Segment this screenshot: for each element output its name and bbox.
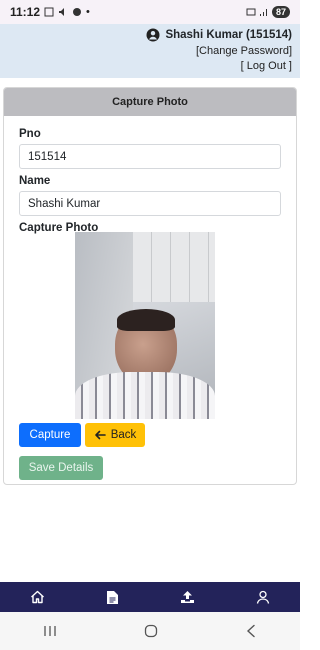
pno-field[interactable] [19, 144, 281, 169]
status-bar: 11:12 • 87 [0, 0, 300, 24]
arrow-left-icon [94, 430, 106, 440]
photo-shirt [75, 372, 215, 419]
capture-button[interactable]: Capture [19, 423, 81, 447]
upload-icon [181, 591, 194, 603]
back-button[interactable]: Back [85, 423, 145, 447]
user-display-name: Shashi Kumar (151514) [165, 29, 292, 41]
card-title: Capture Photo [4, 88, 296, 116]
logout-link[interactable]: [ Log Out ] [0, 60, 292, 72]
capture-photo-card: Capture Photo Pno Name Capture Photo Cap… [3, 87, 297, 485]
nav-home[interactable] [18, 582, 58, 612]
notification-dot: • [86, 6, 90, 18]
nav-upload[interactable] [168, 582, 208, 612]
signal-icon [259, 9, 267, 16]
home-icon [31, 590, 44, 604]
app-header: Shashi Kumar (151514) [Change Password] … [0, 24, 300, 78]
recent-apps-icon[interactable] [43, 625, 57, 637]
save-details-button[interactable]: Save Details [19, 456, 103, 480]
pno-label: Pno [19, 128, 41, 140]
status-time: 11:12 [10, 5, 41, 19]
photo-hair [117, 309, 175, 331]
sim-icon [246, 8, 256, 16]
document-icon [107, 590, 118, 604]
system-nav-bar [0, 612, 300, 650]
user-circle-icon [146, 28, 160, 42]
nav-documents[interactable] [93, 582, 133, 612]
phone-icon [73, 8, 82, 16]
user-icon [256, 590, 269, 604]
home-circle-icon[interactable] [144, 624, 158, 638]
battery-indicator: 87 [271, 6, 290, 18]
user-info: Shashi Kumar (151514) [0, 28, 292, 42]
name-label: Name [19, 175, 51, 187]
name-field[interactable] [19, 191, 281, 216]
change-password-link[interactable]: [Change Password] [0, 45, 292, 57]
back-chevron-icon[interactable] [245, 624, 257, 638]
captured-photo [75, 232, 215, 419]
back-button-label: Back [110, 429, 137, 441]
photo-ceiling [133, 232, 215, 302]
nav-profile[interactable] [243, 582, 283, 612]
bottom-nav [0, 582, 300, 612]
screenshot-icon [44, 7, 54, 17]
mute-icon [59, 8, 65, 16]
capture-form: Pno Name Capture Photo [4, 116, 296, 234]
